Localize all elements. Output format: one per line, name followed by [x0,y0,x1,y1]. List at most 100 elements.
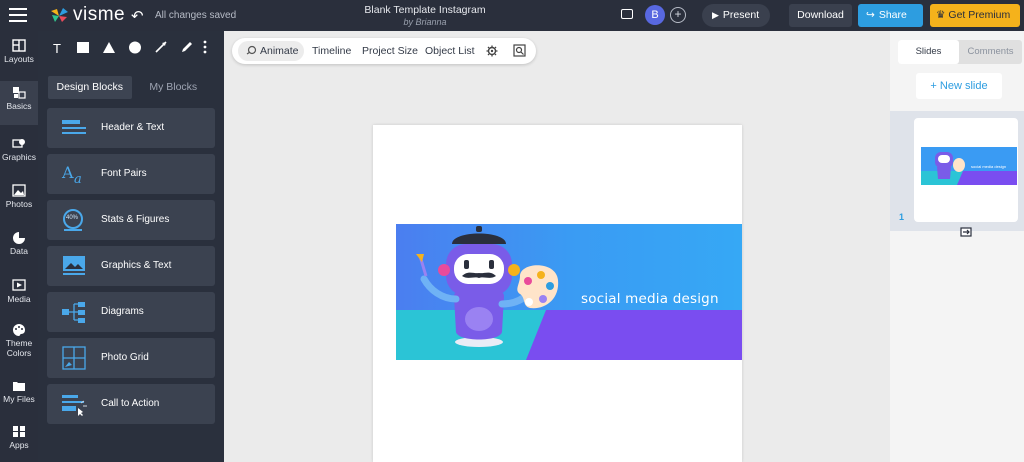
share-label: Share [878,9,907,21]
font-pairs-icon: Aa [61,163,82,186]
rail-label: My Files [3,394,35,404]
blocks-tabs: Design Blocks My Blocks [48,76,215,99]
canvas-toolbar: Animate Timeline Project Size Object Lis… [232,38,536,64]
rail-item-my-files[interactable]: My Files [0,379,38,419]
rail-item-data[interactable]: Data [0,231,38,271]
rail-item-graphics[interactable]: Graphics [0,137,38,177]
block-label: Diagrams [101,306,144,317]
slide-thumbnail[interactable]: social media design [914,118,1018,222]
pen-tool-icon[interactable] [178,40,196,58]
project-size-button[interactable]: Project Size [362,45,418,57]
rail-item-photos[interactable]: Photos [0,184,38,224]
download-button[interactable]: Download [789,4,852,27]
rail-label-line2: Colors [6,348,32,358]
visme-logo-icon [51,8,68,22]
media-icon [12,279,26,291]
settings-gear-icon[interactable] [486,45,498,57]
block-label: Header & Text [101,122,165,133]
data-icon [13,232,25,244]
play-icon: ▶ [712,10,719,20]
line-tool-icon[interactable] [152,40,170,58]
object-list-button[interactable]: Object List [425,45,475,57]
basics-icon [13,87,26,99]
rail-label: Basics [6,101,32,111]
block-label: Font Pairs [101,168,147,179]
circle-tool-icon[interactable] [126,40,144,58]
save-status: All changes saved [155,10,237,21]
rail-label: Layouts [4,54,34,64]
rail-label: Graphics [1,152,36,162]
animate-label: Animate [260,45,299,57]
block-graphics-text[interactable]: Graphics & Text [47,246,215,286]
call-to-action-icon [62,395,87,416]
rail-item-media[interactable]: Media [0,279,38,319]
rail-label: Media [7,294,31,304]
banner-text[interactable]: social media design [581,291,719,307]
timeline-button[interactable]: Timeline [312,45,351,57]
more-options-icon[interactable] [200,40,210,58]
block-label: Stats & Figures [101,214,170,225]
user-avatar[interactable]: B [645,5,665,25]
crown-icon: ♛ [936,9,946,21]
top-bar: visme ↶ All changes saved Blank Template… [0,0,1024,31]
rectangle-tool-icon[interactable] [74,40,92,58]
slide-options-icon[interactable] [960,227,972,237]
rail-label: Data [10,246,28,256]
get-premium-button[interactable]: ♛ Get Premium [930,4,1020,27]
chat-icon[interactable] [621,9,633,19]
rail-label: Theme [5,338,33,348]
present-button[interactable]: ▶ Present [702,4,770,27]
rail-item-theme-colors[interactable]: Theme Colors [0,323,38,373]
rail-label: Apps [9,440,29,450]
block-label: Photo Grid [101,352,149,363]
block-font-pairs[interactable]: Aa Font Pairs [47,154,215,194]
svg-text:A: A [61,163,74,182]
new-slide-button[interactable]: + New slide [916,73,1002,99]
folder-icon [13,382,25,391]
graphics-icon [12,139,25,148]
block-call-to-action[interactable]: Call to Action [47,384,215,424]
basic-tools-row: T [48,40,218,60]
add-collaborator-icon[interactable]: + [670,7,686,23]
block-photo-grid[interactable]: Photo Grid [47,338,215,378]
block-diagrams[interactable]: Diagrams [47,292,215,332]
block-stats-figures[interactable]: 40% Stats & Figures [47,200,215,240]
animate-icon [246,45,257,55]
apps-icon [13,426,25,437]
stats-badge: 40% [66,215,79,221]
left-rail: Layouts Basics Graphics Photos Data Medi… [0,31,38,462]
premium-label: Get Premium [948,9,1011,21]
zoom-fit-icon[interactable] [513,44,526,57]
slides-tabs: Slides Comments [898,40,1022,64]
photos-icon [12,184,26,197]
block-label: Graphics & Text [101,260,172,271]
slide-number: 1 [899,212,905,222]
menu-icon[interactable] [9,8,27,22]
design-blocks-panel: T Design Blocks My Blocks Header & Text … [38,31,224,462]
share-button[interactable]: ↪ Share [858,4,923,27]
undo-icon[interactable]: ↶ [131,7,144,25]
share-icon: ↪ [866,9,875,21]
app-name: visme [73,4,126,25]
visme-logo[interactable]: visme [49,4,125,26]
layouts-icon [12,39,26,52]
rail-item-basics[interactable]: Basics [0,81,38,125]
palette-icon [13,324,25,336]
animate-button[interactable]: Animate [238,41,304,61]
block-header-text[interactable]: Header & Text [47,108,215,148]
present-label: Present [722,9,760,21]
header-text-icon [62,120,86,134]
rail-label: Photos [5,199,33,209]
svg-text:a: a [74,172,82,186]
tab-design-blocks[interactable]: Design Blocks [48,76,132,99]
document-title[interactable]: Blank Template Instagram [340,4,510,16]
rail-item-apps[interactable]: Apps [0,425,38,461]
tab-comments[interactable]: Comments [959,40,1022,64]
tab-slides[interactable]: Slides [898,40,959,64]
triangle-tool-icon[interactable] [100,40,118,58]
diagrams-icon [62,302,85,323]
tab-my-blocks[interactable]: My Blocks [132,76,216,99]
photo-grid-icon [62,346,86,370]
text-tool-icon[interactable]: T [48,40,66,58]
rail-item-layouts[interactable]: Layouts [0,39,38,79]
